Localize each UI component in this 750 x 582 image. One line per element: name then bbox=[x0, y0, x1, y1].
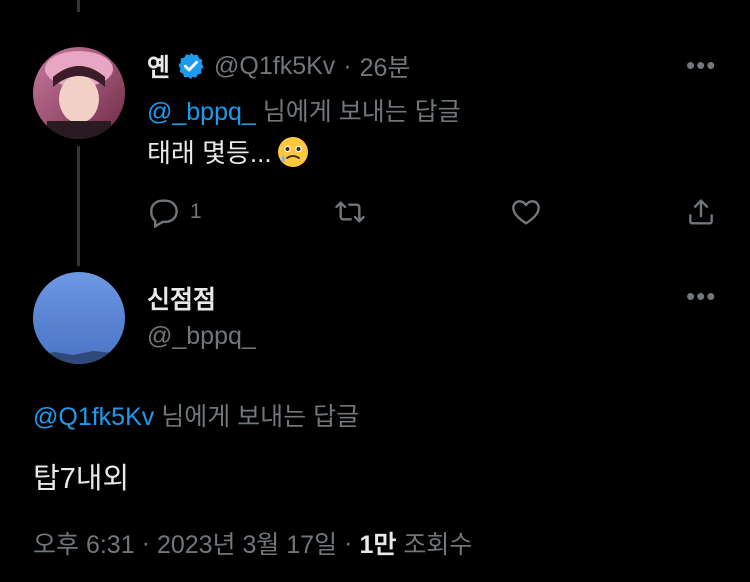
views-label: 조회수 bbox=[403, 531, 473, 559]
author-name[interactable]: 옌 bbox=[147, 48, 170, 84]
meta-separator: · bbox=[344, 528, 353, 557]
reply-header: 옌 @Q1fk5Kv · 26분 bbox=[147, 48, 411, 84]
face-holding-back-tears-icon bbox=[276, 135, 310, 169]
main-author-name[interactable]: 신점점 bbox=[147, 280, 216, 316]
replying-to-handle[interactable]: @_bppq_ bbox=[147, 98, 256, 126]
avatar[interactable] bbox=[33, 47, 125, 139]
more-options-icon[interactable]: ••• bbox=[686, 281, 716, 312]
reply-text-content: 태래 몇등... bbox=[147, 138, 272, 168]
retweet-icon bbox=[334, 196, 366, 228]
avatar-main[interactable] bbox=[33, 272, 125, 364]
reply-count: 1 bbox=[190, 200, 202, 223]
thread-line-top bbox=[77, 0, 80, 12]
replying-to-label: 님에게 보내는 답글 bbox=[262, 98, 461, 126]
post-date[interactable]: 2023년 3월 17일 bbox=[157, 525, 337, 561]
reply-button[interactable]: 1 bbox=[148, 196, 202, 228]
author-handle[interactable]: @Q1fk5Kv bbox=[214, 52, 335, 81]
timestamp[interactable]: 26분 bbox=[360, 48, 411, 84]
main-replying-to-label: 님에게 보내는 답글 bbox=[161, 403, 360, 431]
replying-to: @_bppq_ 님에게 보내는 답글 bbox=[147, 92, 461, 128]
share-button[interactable] bbox=[685, 196, 717, 228]
heart-icon bbox=[510, 196, 542, 228]
more-options-icon[interactable]: ••• bbox=[686, 50, 716, 81]
header-separator: · bbox=[343, 51, 352, 80]
main-tweet-text: 탑7내외 bbox=[33, 463, 130, 495]
meta-separator: · bbox=[141, 528, 150, 557]
post-time[interactable]: 오후 6:31 bbox=[33, 525, 135, 561]
views-count: 1만 bbox=[359, 531, 397, 559]
like-button[interactable] bbox=[510, 196, 542, 228]
reply-text: 태래 몇등... bbox=[147, 133, 310, 170]
verified-badge-icon bbox=[176, 51, 206, 81]
main-replying-to-handle[interactable]: @Q1fk5Kv bbox=[33, 403, 154, 431]
thread-line bbox=[77, 146, 80, 266]
main-author-handle[interactable]: @_bppq_ bbox=[147, 322, 256, 351]
main-replying-to: @Q1fk5Kv 님에게 보내는 답글 bbox=[33, 397, 359, 433]
tweet-meta: 오후 6:31 · 2023년 3월 17일 · 1만 조회수 bbox=[33, 525, 472, 561]
retweet-button[interactable] bbox=[334, 196, 366, 228]
share-icon bbox=[685, 196, 717, 228]
comment-icon bbox=[148, 196, 180, 228]
